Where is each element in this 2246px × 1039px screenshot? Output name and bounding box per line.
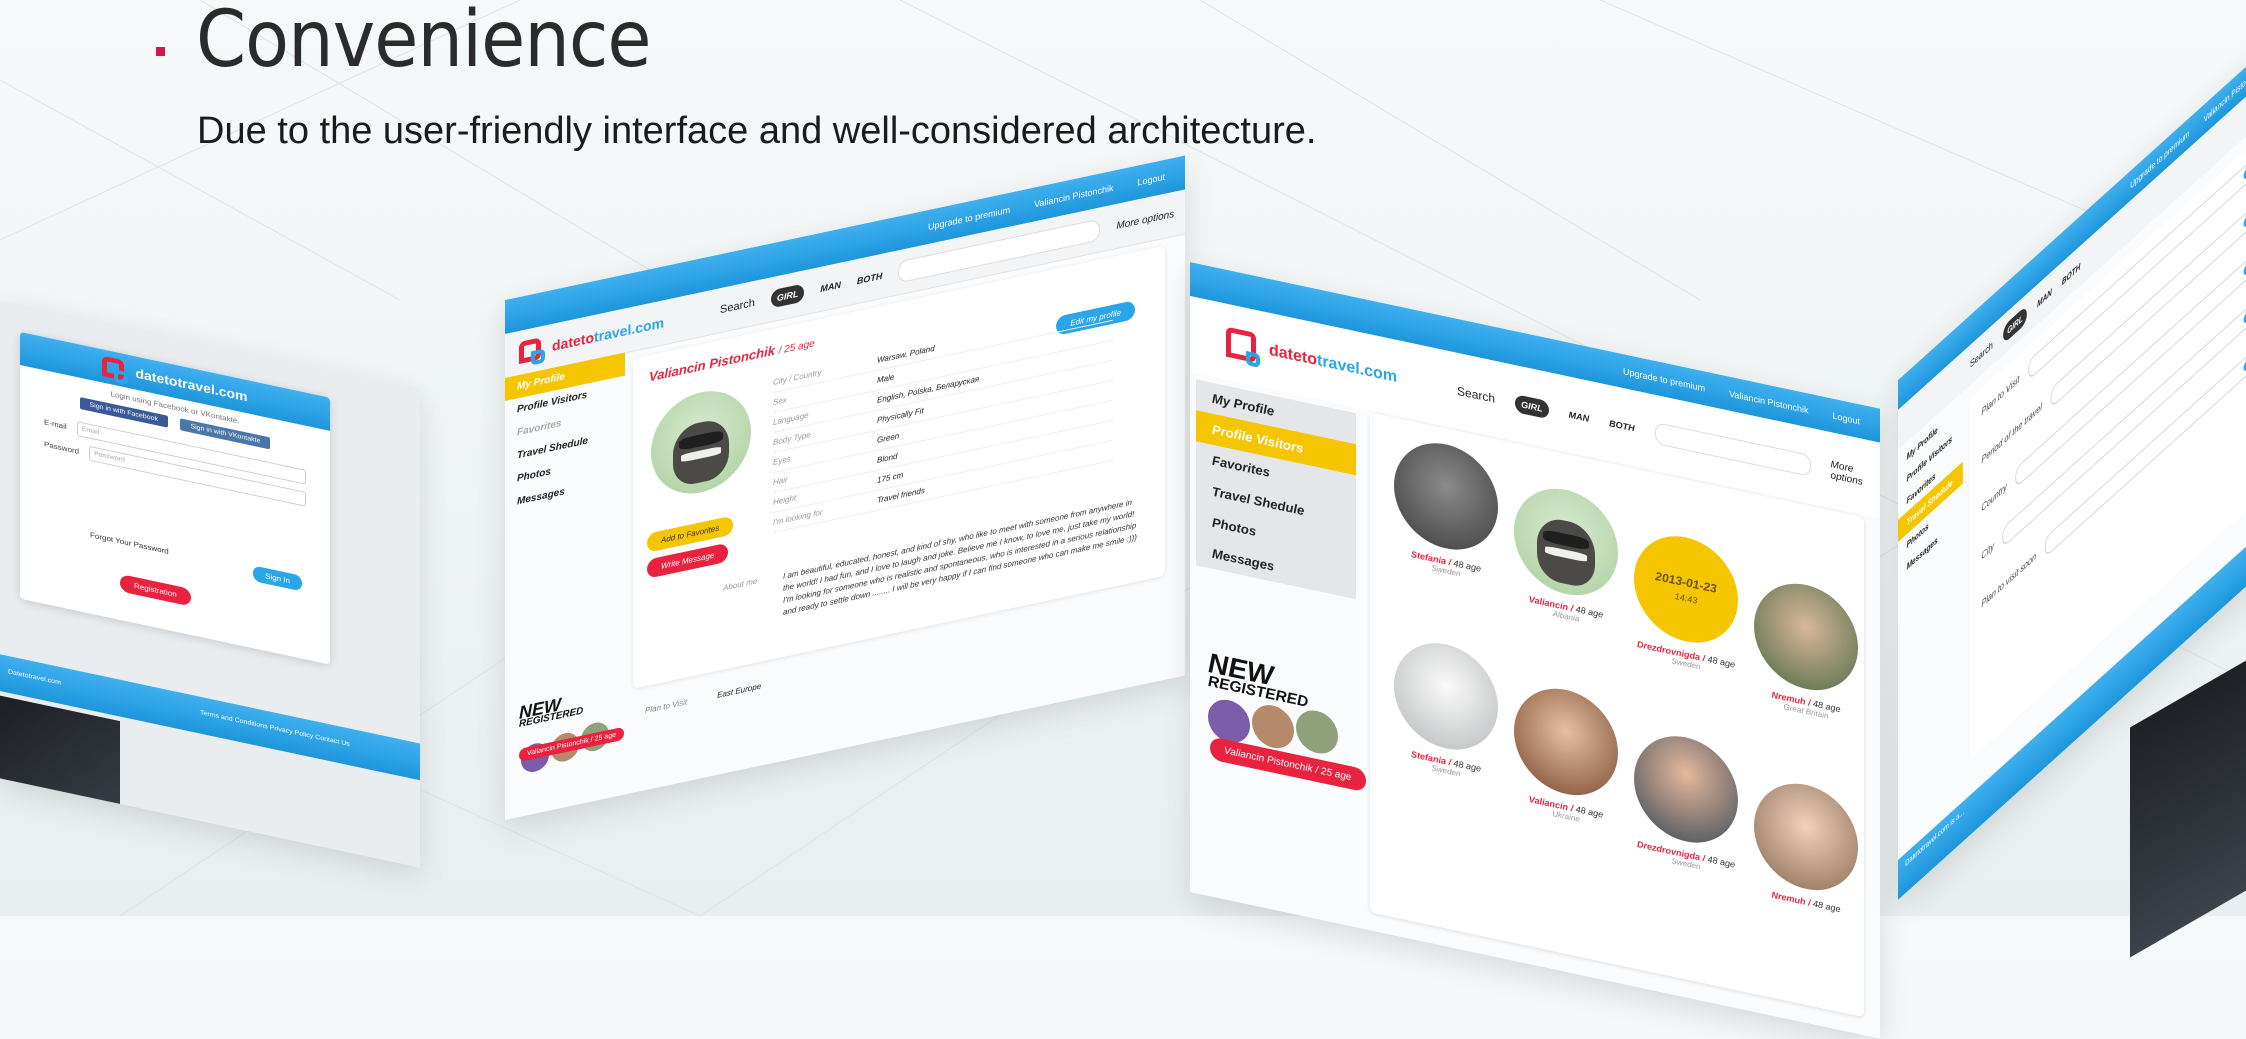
field-value: 175 cm xyxy=(877,470,904,485)
more-options-link[interactable]: More options xyxy=(1116,208,1174,231)
visitor-name: Nremuh / 48 age xyxy=(1771,889,1841,915)
current-user[interactable]: Valiancin Pistonchik xyxy=(1034,183,1113,210)
visitor-card[interactable]: Valiancin / 48 age Ukraine xyxy=(1506,677,1626,834)
visitor-card[interactable]: Drezdrovnigda / 48 age Sweden xyxy=(1626,725,1746,882)
brand-part3: .com xyxy=(1359,361,1398,387)
search-label: Search xyxy=(720,296,755,317)
password-label: Password xyxy=(44,439,80,456)
visitor-card[interactable]: Stefania / 48 age Sweden xyxy=(1386,432,1506,589)
field-value: Travel friends xyxy=(877,485,925,505)
visitor-photo xyxy=(1394,633,1498,760)
plan-label: Plan to Visit xyxy=(645,697,688,716)
visitor-photo xyxy=(1634,726,1738,853)
logout-link[interactable]: Logout xyxy=(1832,411,1860,427)
current-user[interactable]: Valiancin Pistonchik xyxy=(1729,389,1808,416)
new-registered-title: NEW REGISTERED xyxy=(519,691,583,730)
brand-part2: travel xyxy=(1317,351,1360,379)
sidebar: My Profile Profile Visitors Favorites Tr… xyxy=(505,352,625,516)
logo[interactable]: datetotravel.com xyxy=(1226,326,1398,393)
filter-girl[interactable]: GIRL xyxy=(770,283,805,309)
visit-date: 2013-01-23 xyxy=(1655,568,1717,596)
brand-part3: .com xyxy=(631,314,665,338)
visitor-card[interactable]: Stefania / 48 age Sweden xyxy=(1386,632,1506,789)
brand-part1: dateto xyxy=(1269,341,1317,369)
more-options-link[interactable]: More options xyxy=(1831,459,1880,492)
brand-part3: .com xyxy=(214,382,248,405)
plan-to-visit: Plan to Visit East Europe xyxy=(645,682,761,716)
avatar xyxy=(651,381,751,503)
filter-both[interactable]: BOTH xyxy=(857,271,883,286)
brand-part1: dateto xyxy=(552,329,594,355)
filter-man[interactable]: MAN xyxy=(1569,409,1590,423)
visitor-photo xyxy=(1514,678,1618,805)
logout-link[interactable]: Logout xyxy=(1137,172,1165,188)
logo-mark-icon xyxy=(1226,326,1256,364)
brand-part1: dateto xyxy=(135,365,178,390)
sign-in-button[interactable]: Sign In xyxy=(253,565,302,592)
country-label: Country xyxy=(1981,480,2007,515)
brand-part2: travel xyxy=(594,321,632,346)
heading-bullet xyxy=(156,47,165,56)
field-value: Male xyxy=(877,372,895,385)
visitors-grid: Stefania / 48 age Sweden Valiancin / 48 … xyxy=(1370,412,1866,1018)
visitor-age: 48 age xyxy=(1813,898,1841,915)
search-label: Search xyxy=(1457,383,1496,406)
filter-girl[interactable]: GIRL xyxy=(1515,394,1549,420)
about-label: About me xyxy=(723,576,758,593)
visitor-photo xyxy=(1754,773,1858,900)
visitor-card[interactable]: Nremuh / 48 age xyxy=(1746,772,1866,920)
profile-age: / 25 age xyxy=(778,338,815,357)
sidebar: My Profile Profile Visitors Favorites Tr… xyxy=(1196,379,1356,600)
plan-value: East Europe xyxy=(717,681,762,700)
field-value: Blond xyxy=(877,451,898,465)
brand-part2: travel xyxy=(177,374,215,398)
filter-man[interactable]: MAN xyxy=(2037,286,2052,309)
visit-time: 14:43 xyxy=(1674,591,1698,606)
filter-girl[interactable]: GIRL xyxy=(2002,304,2028,345)
visitor-card[interactable]: Valiancin / 48 age Albania xyxy=(1506,477,1626,634)
page-subtitle: Due to the user-friendly interface and w… xyxy=(197,110,1317,152)
search-input[interactable] xyxy=(1654,421,1811,477)
visitor-photo xyxy=(1394,433,1498,560)
visitor-card[interactable]: 2013-01-23 14:43 Drezdrovnigda / 48 age S… xyxy=(1626,525,1746,682)
email-label: E-mail xyxy=(44,417,67,431)
filter-man[interactable]: MAN xyxy=(820,280,841,294)
profile-fields: City / Country Warsaw, Poland Sex Male Lan… xyxy=(773,300,1113,534)
filter-both[interactable]: BOTH xyxy=(2062,261,2080,288)
page-title: Convenience xyxy=(196,0,652,85)
new-user-thumb[interactable] xyxy=(1296,706,1338,758)
visitor-name-text: Nremuh xyxy=(1771,889,1806,907)
upgrade-link[interactable]: Upgrade to premium xyxy=(1623,366,1705,393)
login-screen: datetotravel.com Login using Facebook or… xyxy=(0,300,420,868)
footer-links[interactable]: Terms and Conditions Privacy Policy Cont… xyxy=(200,710,350,748)
visitor-card[interactable]: Nremuh / 48 age Great Britain xyxy=(1746,572,1866,729)
forgot-password-link[interactable]: Forgot Your Password xyxy=(90,531,169,556)
visit-date-badge: 2013-01-23 14:43 xyxy=(1634,526,1738,653)
profile-name-text: Valiancin Pistonchik xyxy=(649,342,775,385)
logo-mark-icon xyxy=(519,337,541,365)
upgrade-link[interactable]: Upgrade to premium xyxy=(928,205,1010,232)
visitor-photo xyxy=(1514,478,1618,605)
visitor-photo xyxy=(1754,573,1858,700)
footer-copyright: Datetotravel.com xyxy=(8,668,61,687)
city-label: City xyxy=(1981,540,1994,563)
login-card: datetotravel.com Login using Facebook or… xyxy=(20,331,330,665)
new-user-thumb[interactable] xyxy=(1252,701,1294,753)
filter-both[interactable]: BOTH xyxy=(1609,418,1635,433)
search-label: Search xyxy=(1970,339,1993,371)
field-value: Green xyxy=(877,431,900,445)
registration-button[interactable]: Registration xyxy=(120,573,191,607)
logo-mark-icon xyxy=(102,355,125,381)
